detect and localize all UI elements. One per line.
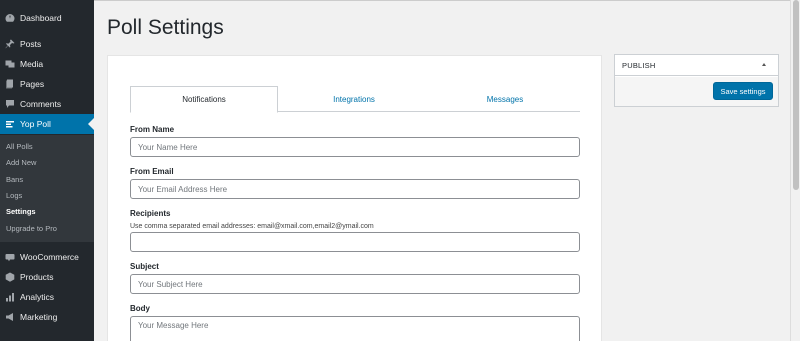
settings-panel: Notifications Integrations Messages From…	[107, 55, 602, 341]
publish-actions: Save settings	[615, 77, 778, 106]
poll-icon	[4, 118, 16, 130]
tab-notifications[interactable]: Notifications	[130, 86, 278, 113]
publish-header[interactable]: PUBLISH	[615, 55, 778, 76]
submenu-item-bans[interactable]: Bans	[6, 175, 23, 184]
chevron-up-icon[interactable]	[762, 63, 766, 66]
submenu-item-all-polls[interactable]: All Polls	[6, 142, 33, 151]
comments-icon	[4, 98, 16, 110]
woocommerce-icon	[4, 251, 16, 263]
yop-poll-submenu: All Polls Add New Bans Logs Settings Upg…	[0, 135, 94, 242]
sidebar-item-label: Products	[20, 272, 54, 282]
sidebar-item-dashboard[interactable]: Dashboard	[0, 8, 94, 28]
recipients-help-text: Use comma separated email addresses: ema…	[130, 223, 374, 230]
submenu-item-logs[interactable]: Logs	[6, 191, 22, 200]
recipients-label: Recipients	[130, 209, 171, 218]
sidebar-item-label: Dashboard	[20, 13, 62, 23]
sidebar-item-posts[interactable]: Posts	[0, 34, 94, 54]
sidebar-item-woocommerce[interactable]: WooCommerce	[0, 247, 94, 267]
products-icon	[4, 271, 16, 283]
dashboard-icon	[4, 12, 16, 24]
recipients-input[interactable]	[130, 232, 580, 252]
from-email-label: From Email	[130, 167, 174, 176]
sidebar-item-label: Media	[20, 59, 44, 69]
publish-box: PUBLISH Save settings	[614, 54, 779, 107]
submenu-item-upgrade[interactable]: Upgrade to Pro	[6, 224, 57, 233]
subject-label: Subject	[130, 262, 159, 271]
sidebar-item-label: Pages	[20, 79, 45, 89]
subject-input[interactable]	[130, 274, 580, 294]
media-icon	[4, 58, 16, 70]
sidebar-item-label: Marketing	[20, 312, 58, 322]
from-email-input[interactable]	[130, 179, 580, 199]
sidebar-item-pages[interactable]: Pages	[0, 74, 94, 94]
sidebar-item-media[interactable]: Media	[0, 54, 94, 74]
page-title: Poll Settings	[107, 16, 224, 39]
body-label: Body	[130, 304, 150, 313]
page-scrollbar[interactable]	[790, 0, 800, 341]
pages-icon	[4, 78, 16, 90]
tab-messages[interactable]: Messages	[430, 86, 580, 112]
scrollbar-thumb[interactable]	[793, 0, 799, 190]
settings-tabs: Notifications Integrations Messages	[130, 86, 580, 113]
sidebar-item-label: WooCommerce	[20, 252, 79, 262]
sidebar-item-analytics[interactable]: Analytics	[0, 287, 94, 307]
sidebar-item-yop-poll[interactable]: Yop Poll	[0, 114, 94, 134]
pin-icon	[4, 38, 16, 50]
publish-title: PUBLISH	[622, 60, 656, 70]
sidebar-item-comments[interactable]: Comments	[0, 94, 94, 114]
analytics-icon	[4, 291, 16, 303]
sidebar-item-label: Yop Poll	[20, 119, 51, 129]
sidebar-item-marketing[interactable]: Marketing	[0, 307, 94, 327]
marketing-icon	[4, 311, 16, 323]
admin-sidebar: Dashboard Posts Media Pages Comments Yop…	[0, 0, 94, 341]
submenu-item-add-new[interactable]: Add New	[6, 158, 36, 167]
sidebar-item-label: Analytics	[20, 292, 55, 302]
active-indicator-arrow	[88, 118, 94, 130]
save-settings-button[interactable]: Save settings	[713, 82, 773, 100]
top-border	[94, 0, 790, 1]
submenu-item-settings[interactable]: Settings	[6, 207, 36, 216]
sidebar-item-products[interactable]: Products	[0, 267, 94, 287]
sidebar-item-label: Posts	[20, 39, 42, 49]
sidebar-item-label: Comments	[20, 99, 62, 109]
tab-integrations[interactable]: Integrations	[280, 86, 428, 112]
from-name-input[interactable]	[130, 137, 580, 157]
body-textarea[interactable]	[130, 316, 580, 341]
from-name-label: From Name	[130, 125, 175, 134]
